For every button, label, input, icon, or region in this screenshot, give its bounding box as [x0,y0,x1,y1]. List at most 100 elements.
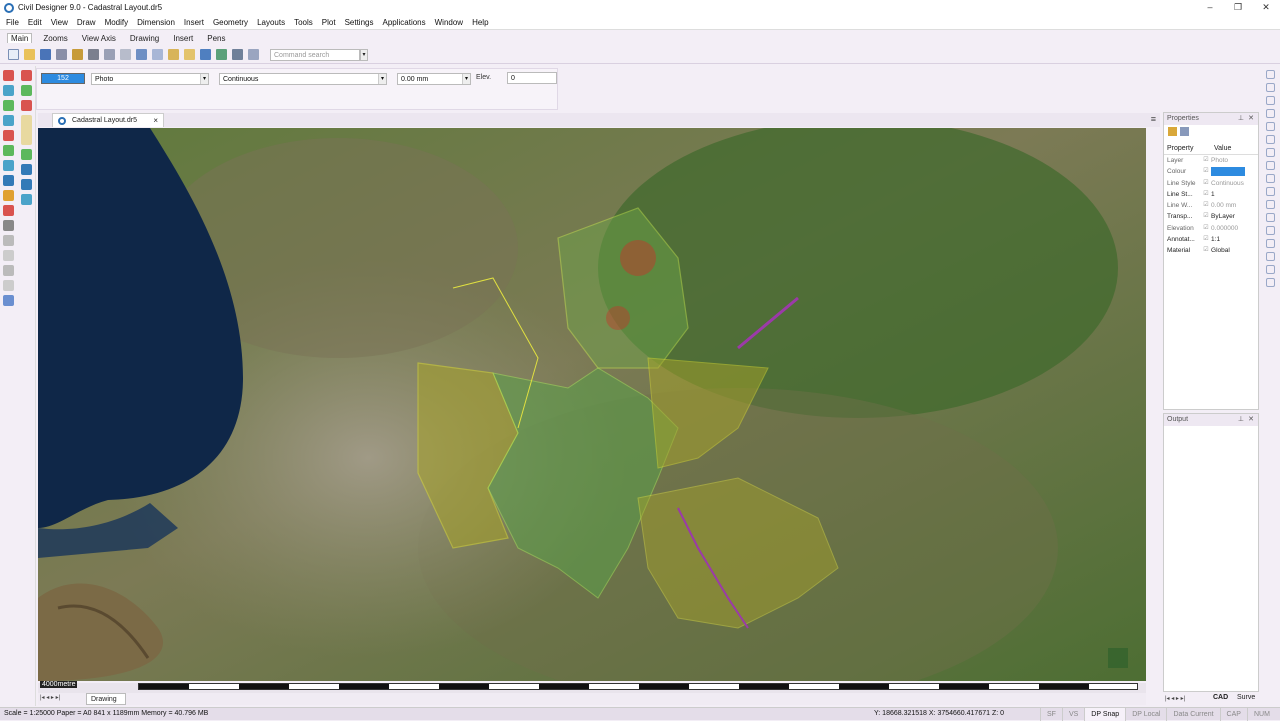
checkbox-icon[interactable]: ☑ [1203,155,1211,166]
close-button[interactable]: ✕ [1252,0,1280,15]
snap-grid-icon[interactable] [1266,265,1275,274]
menu-file[interactable]: File [6,18,19,27]
layer-tool-icon[interactable] [3,235,14,246]
snap-endpoint-icon[interactable] [1266,70,1275,79]
cut-icon[interactable] [104,49,115,60]
text-icon[interactable] [3,130,14,141]
tab-drawing-layout[interactable]: Drawing [86,693,126,705]
categorized-icon[interactable] [1168,127,1177,136]
toggle-vs[interactable]: VS [1061,708,1084,721]
snap-nearest-icon[interactable] [1266,200,1275,209]
checkbox-icon[interactable]: ☑ [1203,245,1211,256]
checkbox-icon[interactable]: ☑ [1203,200,1211,211]
tab-survey[interactable]: Surve [1237,694,1255,701]
maximize-button[interactable]: ❐ [1224,0,1252,15]
menu-geometry[interactable]: Geometry [213,18,248,27]
info-icon[interactable] [21,194,32,205]
sort-alpha-icon[interactable] [1180,127,1189,136]
tab-zooms[interactable]: Zooms [40,34,70,43]
snap-extension-icon[interactable] [1266,148,1275,157]
prop-row-layer[interactable]: Layer ☑ Photo [1164,155,1258,166]
menu-applications[interactable]: Applications [382,18,425,27]
toggle-dp-snap[interactable]: DP Snap [1084,708,1126,721]
block-icon[interactable] [3,160,14,171]
command-search-input[interactable]: Command search [270,48,360,61]
hatch-icon[interactable] [3,145,14,156]
dimension-icon[interactable] [3,175,14,186]
menu-dimension[interactable]: Dimension [137,18,175,27]
polyline-icon[interactable] [3,85,14,96]
sewer-icon[interactable] [21,70,32,81]
sewer-tab-icon[interactable] [21,115,32,145]
terrain-icon[interactable] [21,179,32,190]
snap-tangent-icon[interactable] [1266,187,1275,196]
toggle-dp-local[interactable]: DP Local [1125,708,1166,721]
settings-tool-icon[interactable] [3,295,14,306]
checkbox-icon[interactable]: ☑ [1203,234,1211,245]
snap-insertion-icon[interactable] [1266,161,1275,170]
tab-pens[interactable]: Pens [204,34,228,43]
grid-icon[interactable] [3,250,14,261]
checkbox-icon[interactable]: ☑ [1203,211,1211,222]
save-as-icon[interactable] [56,49,67,60]
circle-icon[interactable] [3,115,14,126]
tab-main[interactable]: Main [7,33,33,43]
arc-icon[interactable] [3,100,14,111]
prop-row-line-scale[interactable]: Line St... ☑ 1 [1164,189,1258,200]
checkbox-icon[interactable]: ☑ [1203,178,1211,189]
menu-help[interactable]: Help [472,18,488,27]
menu-insert[interactable]: Insert [184,18,204,27]
menu-layouts[interactable]: Layouts [257,18,285,27]
snap-center-icon[interactable] [1266,96,1275,105]
panel-nav-arrows-icon[interactable]: |◂ ◂ ▸ ▸| [1165,695,1185,702]
paste-icon[interactable] [168,49,179,60]
minimize-button[interactable]: – [1196,0,1224,15]
stormwater-icon[interactable] [21,100,32,111]
layer-select[interactable]: Photo ▾ [91,73,209,85]
snap-icon[interactable] [3,265,14,276]
snap-parallel-icon[interactable] [1266,226,1275,235]
layout-nav-arrows-icon[interactable]: |◂ ◂ ▸ ▸| [40,694,60,701]
print-icon[interactable] [88,49,99,60]
menu-view[interactable]: View [51,18,68,27]
close-icon[interactable]: ✕ [1248,414,1254,426]
checkbox-icon[interactable]: ☑ [1203,166,1211,177]
prop-row-elevation[interactable]: Elevation ☑ 0.000000 [1164,223,1258,234]
menu-window[interactable]: Window [435,18,463,27]
snap-node-icon[interactable] [1266,109,1275,118]
colour-swatch[interactable] [1211,167,1246,177]
tab-list-icon[interactable]: ≡ [1151,114,1156,124]
command-search-dropdown-icon[interactable]: ▾ [360,48,368,61]
copy-icon[interactable] [120,49,131,60]
pin-icon[interactable]: ⊥ [1238,113,1244,125]
redo-icon[interactable] [216,49,227,60]
snap-none-icon[interactable] [1266,239,1275,248]
tab-insert[interactable]: Insert [170,34,196,43]
snap-midpoint-icon[interactable] [1266,83,1275,92]
road-icon[interactable] [21,149,32,160]
snap-settings-icon[interactable] [1266,252,1275,261]
prop-row-line-weight[interactable]: Line W... ☑ 0.00 mm [1164,200,1258,211]
colour-selector[interactable]: 152 [41,73,85,84]
measure-icon[interactable] [3,220,14,231]
close-icon[interactable]: ✕ [1248,113,1254,125]
undo-icon[interactable] [200,49,211,60]
select-icon[interactable] [136,49,147,60]
tab-drawing[interactable]: Drawing [127,34,162,43]
properties-icon[interactable] [248,49,259,60]
close-tab-icon[interactable]: × [153,114,158,127]
draw-line-icon[interactable] [3,70,14,81]
menu-edit[interactable]: Edit [28,18,42,27]
menu-modify[interactable]: Modify [105,18,129,27]
menu-plot[interactable]: Plot [322,18,336,27]
menu-settings[interactable]: Settings [345,18,374,27]
snap-perpendicular-icon[interactable] [1266,174,1275,183]
menu-tools[interactable]: Tools [294,18,313,27]
clipboard-icon[interactable] [184,49,195,60]
menu-draw[interactable]: Draw [77,18,96,27]
checkbox-icon[interactable]: ☑ [1203,189,1211,200]
prop-row-transparency[interactable]: Transp... ☑ ByLayer [1164,211,1258,222]
document-tab[interactable]: Cadastral Layout.dr5 × [52,113,164,127]
area-icon[interactable] [3,205,14,216]
water-icon[interactable] [21,85,32,96]
